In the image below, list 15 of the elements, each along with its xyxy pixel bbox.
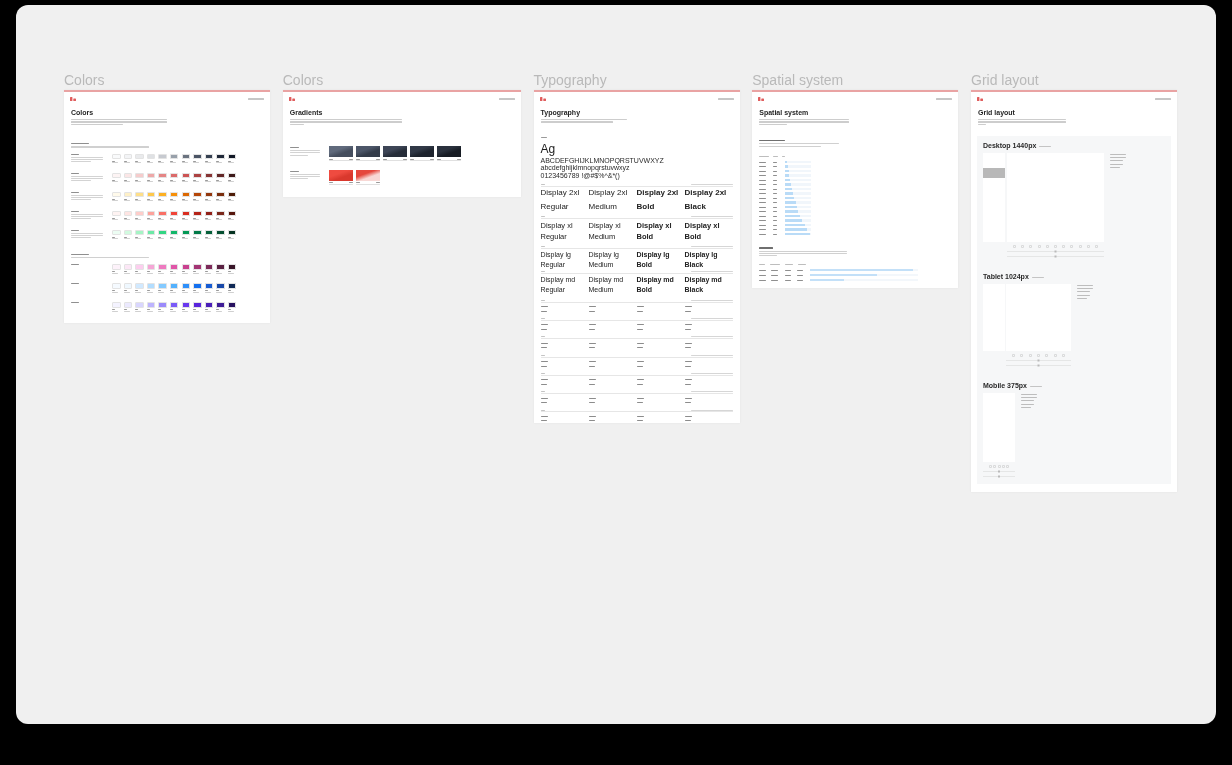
logo-icon (977, 97, 983, 101)
weight-label: Medium (588, 203, 618, 212)
logo-icon (539, 97, 546, 101)
weight-label: Black (684, 203, 707, 212)
style-name: Display 2xl (684, 189, 728, 198)
placeholder-block (983, 168, 1005, 179)
style-name: Display 2xl (540, 189, 581, 198)
logo-icon (288, 97, 295, 101)
style-name: Display 2xl (588, 189, 629, 198)
logo-icon (70, 97, 76, 101)
logo-icon (758, 97, 765, 101)
style-name: Display 2xl (636, 189, 680, 198)
type-specimen: Ag (540, 142, 557, 155)
weight-label: Regular (540, 203, 570, 212)
weight-label: Bold (636, 203, 656, 212)
